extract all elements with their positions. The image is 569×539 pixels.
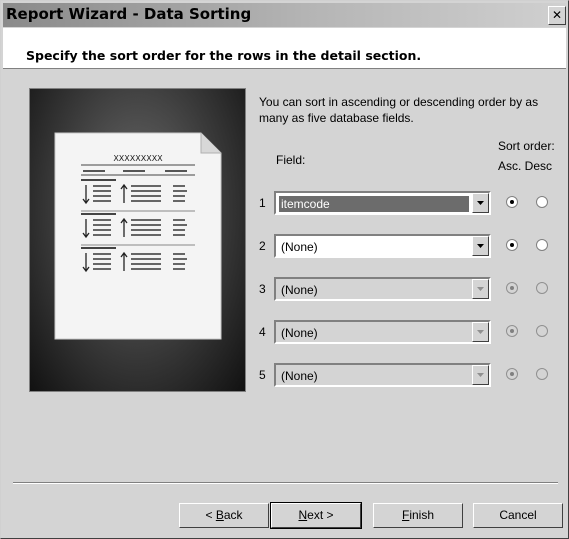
sort-1-desc-radio[interactable] <box>536 196 548 208</box>
sort-3-asc-radio[interactable] <box>506 282 518 294</box>
sort-field-3-value: (None) <box>281 283 318 297</box>
sort-5-asc-radio[interactable] <box>506 368 518 380</box>
sort-3-desc-radio[interactable] <box>536 282 548 294</box>
sort-field-3-dropdown[interactable]: (None) <box>274 277 491 301</box>
sort-4-desc-radio[interactable] <box>536 325 548 337</box>
sort-field-5-value: (None) <box>281 369 318 383</box>
next-button[interactable]: Next > <box>270 502 362 529</box>
title-bar[interactable]: Report Wizard - Data Sorting ✕ <box>3 3 566 27</box>
sort-field-2-value: (None) <box>281 240 318 254</box>
chevron-down-icon[interactable] <box>472 236 489 256</box>
finish-suffix: inish <box>409 508 435 522</box>
sort-2-asc-radio[interactable] <box>506 239 518 251</box>
sort-order-label: Sort order: <box>498 139 555 153</box>
row-number: 4 <box>259 325 266 339</box>
report-wizard-dialog: Report Wizard - Data Sorting ✕ Specify t… <box>0 0 569 539</box>
chevron-down-icon[interactable] <box>472 365 489 385</box>
finish-button[interactable]: Finish <box>373 503 463 528</box>
sort-field-5-dropdown[interactable]: (None) <box>274 363 491 387</box>
close-button[interactable]: ✕ <box>548 6 566 25</box>
sort-description: You can sort in ascending or descending … <box>259 95 539 125</box>
sort-field-1-dropdown[interactable]: itemcode <box>274 191 491 215</box>
row-number: 1 <box>259 196 266 210</box>
page-subtitle: Specify the sort order for the rows in t… <box>26 48 422 63</box>
doc-title: XXXXXXXXX <box>113 154 163 163</box>
sort-5-desc-radio[interactable] <box>536 368 548 380</box>
next-suffix: ext > <box>307 508 334 522</box>
sort-2-desc-radio[interactable] <box>536 239 548 251</box>
next-access-key: N <box>298 508 308 522</box>
sort-1-asc-radio[interactable] <box>506 196 518 208</box>
row-number: 3 <box>259 282 266 296</box>
sort-field-2-dropdown[interactable]: (None) <box>274 234 491 258</box>
report-document-icon: XXXXXXXXX <box>54 132 222 340</box>
back-access-key: B <box>215 508 224 522</box>
field-column-label: Field: <box>276 153 306 167</box>
asc-desc-label: Asc. Desc <box>498 159 553 173</box>
chevron-down-icon[interactable] <box>472 322 489 342</box>
row-number: 2 <box>259 239 266 253</box>
sort-field-1-value: itemcode <box>279 196 469 212</box>
row-number: 5 <box>259 368 266 382</box>
sort-4-asc-radio[interactable] <box>506 325 518 337</box>
window-title: Report Wizard - Data Sorting <box>6 5 252 23</box>
footer-divider <box>13 482 558 484</box>
chevron-down-icon[interactable] <box>472 193 489 213</box>
back-button[interactable]: < Back <box>179 503 269 528</box>
back-suffix: ack <box>223 508 243 522</box>
back-prefix: < <box>205 508 216 522</box>
sorting-illustration: XXXXXXXXX <box>29 88 246 392</box>
chevron-down-icon[interactable] <box>472 279 489 299</box>
sort-field-4-dropdown[interactable]: (None) <box>274 320 491 344</box>
cancel-button[interactable]: Cancel <box>473 503 563 528</box>
wizard-header: Specify the sort order for the rows in t… <box>3 28 566 69</box>
sort-field-4-value: (None) <box>281 326 318 340</box>
